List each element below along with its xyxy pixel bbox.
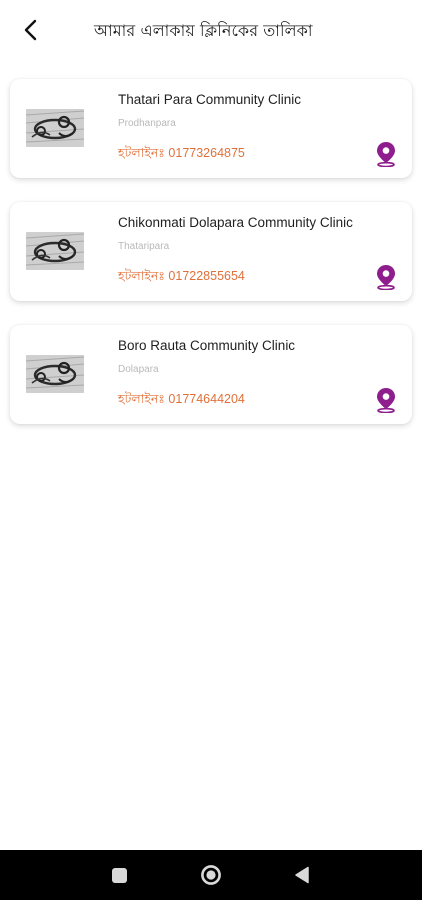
clinic-name: Thatari Para Community Clinic [118,92,302,107]
square-icon[interactable] [111,867,128,884]
clinic-thumbnail [26,232,84,270]
page-title: আমার এলাকায় ক্লিনিকের তালিকা [94,21,313,40]
clinic-area: Prodhanpara [118,118,176,129]
clinic-area: Thataripara [118,241,170,252]
clinic-thumbnail [26,355,84,393]
map-pin-icon[interactable] [374,387,398,413]
map-pin-icon[interactable] [374,264,398,290]
triangle-back-icon[interactable] [294,866,310,884]
back-button[interactable] [14,14,48,46]
clinic-card[interactable]: Chikonmati Dolapara Community Clinic Tha… [10,202,412,301]
chevron-left-icon [24,19,37,41]
clinic-name: Boro Rauta Community Clinic [118,338,296,353]
clinic-card[interactable]: Thatari Para Community Clinic Prodhanpar… [10,79,412,178]
system-nav-bar [0,850,422,900]
clinic-thumbnail [26,109,84,147]
clinic-hotline[interactable]: হটলাইনঃ 01774644204 [118,391,245,411]
clinic-hotline[interactable]: হটলাইনঃ 01773264875 [118,145,245,165]
circle-icon[interactable] [200,864,222,886]
clinic-area: Dolapara [118,364,159,375]
clinic-hotline[interactable]: হটলাইনঃ 01722855654 [118,268,245,288]
map-pin-icon[interactable] [374,141,398,167]
clinic-card[interactable]: Boro Rauta Community Clinic Dolapara হটল… [10,325,412,424]
clinic-name: Chikonmati Dolapara Community Clinic [118,215,353,230]
app-bar: আমার এলাকায় ক্লিনিকের তালিকা [0,0,422,60]
